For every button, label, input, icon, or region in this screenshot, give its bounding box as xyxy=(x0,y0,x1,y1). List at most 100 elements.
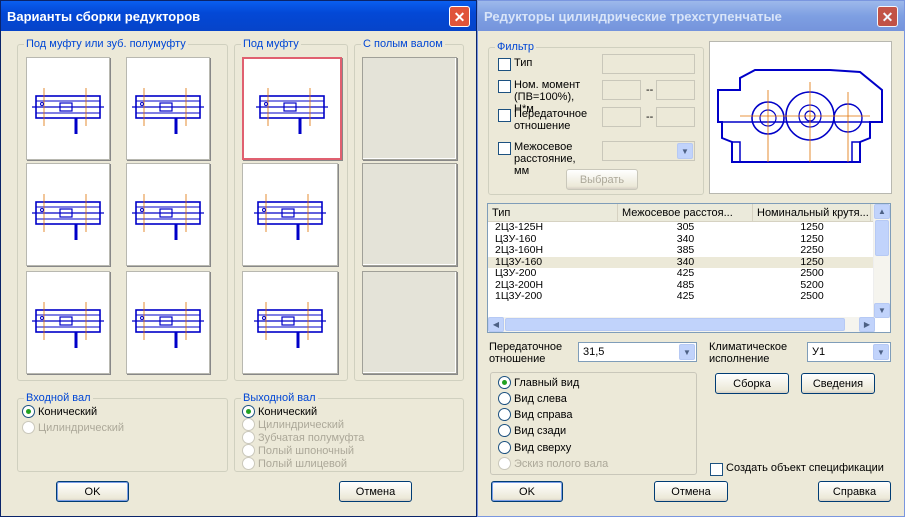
output-shaft-radio-gear-coupling: Зубчатая полумуфта xyxy=(242,431,364,444)
input-shaft-label: Входной вал xyxy=(24,392,93,404)
gearbox-drawing-icon xyxy=(132,301,204,348)
vertical-scrollbar[interactable]: ▲ ▼ xyxy=(873,204,890,318)
scroll-right-icon[interactable]: ▶ xyxy=(859,317,875,332)
filter-ratio-from-input[interactable] xyxy=(602,107,641,127)
table-cell: 2250 xyxy=(800,245,824,256)
scroll-left-icon[interactable]: ◀ xyxy=(488,317,504,332)
column-header-distance[interactable]: Межосевое расстоя... xyxy=(618,204,753,221)
table-cell: 1250 xyxy=(800,256,824,268)
table-row[interactable]: Ц3У-160 340 1250 xyxy=(488,234,890,246)
variant-cell[interactable] xyxy=(126,57,210,160)
right-window-title: Редукторы цилиндрические трехступенчатые xyxy=(484,8,782,24)
view-radio-main[interactable]: Главный вид xyxy=(498,376,579,389)
climate-label: Климатическое исполнение xyxy=(709,341,788,365)
table-row[interactable]: 1Ц3У-160 340 1250 xyxy=(488,256,890,268)
ratio-label: Передаточное отношение xyxy=(489,341,563,365)
radio-label: Цилиндрический xyxy=(38,421,125,434)
table-cell: 340 xyxy=(676,233,695,245)
radio-label: Вид сверху xyxy=(514,441,572,454)
output-shaft-radio-conical[interactable]: Конический xyxy=(242,405,317,418)
table-row[interactable]: Ц3У-200 425 2500 xyxy=(488,268,890,280)
ratio-select[interactable]: 31,5 ▼ xyxy=(578,342,697,362)
right-titlebar: Редукторы цилиндрические трехступенчатые xyxy=(478,1,904,31)
assembly-button[interactable]: Сборка xyxy=(715,373,789,394)
column-header-type[interactable]: Тип xyxy=(488,204,618,221)
column-header-torque[interactable]: Номинальный крутя... xyxy=(753,204,871,221)
table-cell: 425 xyxy=(676,268,695,279)
vertical-scroll-thumb[interactable] xyxy=(875,220,889,256)
variant-cell[interactable] xyxy=(26,271,110,374)
group-coupling-only-label: Под муфту xyxy=(241,38,301,50)
radio-dot xyxy=(242,405,255,418)
variant-cell[interactable] xyxy=(242,271,338,374)
radio-label: Полый шпоночный xyxy=(258,444,355,457)
filter-select-button[interactable]: Выбрать xyxy=(566,169,638,190)
variant-cell-disabled xyxy=(362,271,457,374)
help-button[interactable]: Справка xyxy=(818,481,891,502)
radio-label: Вид сзади xyxy=(514,424,567,437)
table-cell: Ц3У-160 xyxy=(495,233,537,245)
variant-cell-selected[interactable] xyxy=(242,57,342,160)
scroll-down-icon[interactable]: ▼ xyxy=(874,303,890,318)
input-shaft-radio-conical[interactable]: Конический xyxy=(22,405,97,418)
table-row[interactable]: 1Ц3У-200 425 2500 xyxy=(488,291,890,303)
filter-type-checkbox[interactable]: Тип xyxy=(498,57,532,71)
chevron-down-icon[interactable]: ▼ xyxy=(679,344,695,360)
checkbox-box xyxy=(498,109,511,122)
right-ok-button[interactable]: OK xyxy=(491,481,563,502)
left-cancel-button[interactable]: Отмена xyxy=(339,481,412,502)
variant-cell[interactable] xyxy=(26,163,110,266)
variant-cell[interactable] xyxy=(26,57,110,160)
view-radio-hollow-sketch: Эскиз полого вала xyxy=(498,457,608,470)
table-row[interactable]: 2Ц3-125Н 305 1250 xyxy=(488,222,890,234)
table-cell: 1Ц3У-160 xyxy=(488,256,618,268)
scroll-up-icon[interactable]: ▲ xyxy=(874,204,890,219)
gearbox-drawing-icon xyxy=(32,193,104,240)
filter-ratio-to-input[interactable] xyxy=(656,107,695,127)
chevron-down-icon[interactable]: ▼ xyxy=(677,143,693,159)
filter-moment-from-input[interactable] xyxy=(602,80,641,100)
radio-label: Зубчатая полумуфта xyxy=(258,431,365,444)
left-ok-button[interactable]: OK xyxy=(56,481,129,502)
group-hollow-shaft-label: С полым валом xyxy=(361,38,445,50)
table-cell: 2500 xyxy=(800,291,824,302)
gearbox-table[interactable]: Тип Межосевое расстоя... Номинальный кру… xyxy=(487,203,891,333)
radio-label: Полый шлицевой xyxy=(258,457,347,470)
filter-moment-to-input[interactable] xyxy=(656,80,695,100)
right-close-button[interactable]: ✕ xyxy=(877,6,898,27)
filter-type-input[interactable] xyxy=(602,54,695,74)
variant-cell[interactable] xyxy=(126,271,210,374)
radio-label: Вид слева xyxy=(514,392,567,405)
table-row[interactable]: 2Ц3-200Н 485 5200 xyxy=(488,280,890,292)
variant-cell-disabled xyxy=(362,163,457,266)
view-radio-right[interactable]: Вид справа xyxy=(498,408,573,421)
climate-value: У1 xyxy=(812,346,826,358)
gearbox-drawing-icon xyxy=(256,87,328,134)
right-cancel-button[interactable]: Отмена xyxy=(654,481,728,502)
range-separator: -- xyxy=(646,84,654,96)
view-radio-left[interactable]: Вид слева xyxy=(498,392,567,405)
radio-label: Вид справа xyxy=(514,408,573,421)
variant-cell[interactable] xyxy=(126,163,210,266)
table-cell: 1250 xyxy=(800,233,824,245)
create-spec-checkbox[interactable]: Создать объект спецификации xyxy=(710,462,884,476)
horizontal-scrollbar[interactable]: ◀ ▶ xyxy=(488,317,875,332)
view-radio-back[interactable]: Вид сзади xyxy=(498,424,566,437)
radio-dot xyxy=(242,444,255,457)
radio-dot xyxy=(22,405,35,418)
gearbox-drawing-icon xyxy=(254,193,326,240)
left-close-button[interactable]: ✕ xyxy=(449,6,470,27)
chevron-down-icon[interactable]: ▼ xyxy=(873,344,889,360)
horizontal-scroll-thumb[interactable] xyxy=(505,318,845,331)
view-radio-top[interactable]: Вид сверху xyxy=(498,441,571,454)
info-button[interactable]: Сведения xyxy=(801,373,875,394)
group-coupling-label: Под муфту или зуб. полумуфту xyxy=(24,38,188,50)
variant-cell[interactable] xyxy=(242,163,338,266)
filter-ratio-checkbox[interactable]: Передаточное отношение xyxy=(498,108,587,132)
filter-distance-select[interactable]: ▼ xyxy=(602,141,695,161)
output-shaft-radio-cylindrical: Цилиндрический xyxy=(242,418,344,431)
table-cell: 1250 xyxy=(800,222,824,233)
table-row[interactable]: 2Ц3-160Н 385 2250 xyxy=(488,245,890,257)
checkbox-label: Создать объект спецификации xyxy=(726,462,884,474)
climate-select[interactable]: У1 ▼ xyxy=(807,342,891,362)
